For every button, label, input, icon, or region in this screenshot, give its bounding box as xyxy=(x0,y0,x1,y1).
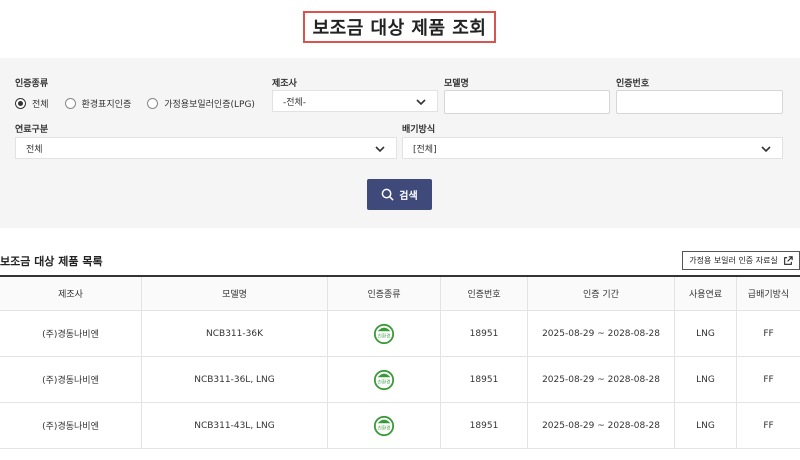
product-table: 제조사 모델명 인증종류 인증번호 인증 기간 사용연료 급배기방식 (주)경동… xyxy=(0,275,800,449)
column-header: 인증종류 xyxy=(328,277,441,310)
radio-label: 가정용보일러인증(LPG) xyxy=(164,99,255,110)
cert-type-label: 인증종류 xyxy=(15,79,49,89)
table-header: 제조사 모델명 인증종류 인증번호 인증 기간 사용연료 급배기방식 xyxy=(0,277,800,311)
table-cell-model: NCB311-43L, LNG xyxy=(142,403,328,448)
table-cell-model: NCB311-36L, LNG xyxy=(142,357,328,402)
external-link-icon xyxy=(783,255,793,265)
column-header: 사용연료 xyxy=(675,277,737,310)
chevron-down-icon xyxy=(761,146,771,153)
radio-checked-icon xyxy=(15,97,26,109)
archive-link-label: 가정용 보일러 인증 자료실 xyxy=(689,256,778,265)
search-button[interactable]: 검색 xyxy=(367,179,432,210)
column-header: 인증번호 xyxy=(441,277,528,310)
manufacturer-select[interactable]: -전체- xyxy=(272,90,438,112)
table-cell-fuel: LNG xyxy=(675,311,737,356)
table-cell-model: NCB311-36K xyxy=(142,311,328,356)
fuel-value: 전체 xyxy=(26,144,43,155)
table-cell-period: 2025-08-29 ~ 2028-08-28 xyxy=(528,357,675,402)
radio-all[interactable]: 전체 xyxy=(15,97,49,110)
archive-link-button[interactable]: 가정용 보일러 인증 자료실 xyxy=(682,251,800,270)
table-cell-manufacturer: (주)경동나비엔 xyxy=(0,357,142,402)
table-cell-fuel: LNG xyxy=(675,357,737,402)
column-header: 모델명 xyxy=(142,277,328,310)
table-cell-manufacturer: (주)경동나비엔 xyxy=(0,403,142,448)
column-header: 제조사 xyxy=(0,277,142,310)
radio-unchecked-icon xyxy=(64,97,76,109)
table-cell-cert-type: 친환경 xyxy=(328,311,441,356)
table-cell-cert-no: 18951 xyxy=(441,403,528,448)
fuel-label: 연료구분 xyxy=(15,125,49,135)
column-header: 인증 기간 xyxy=(528,277,675,310)
exhaust-label: 배기방식 xyxy=(402,125,436,135)
model-input[interactable] xyxy=(444,90,610,114)
eco-label-icon: 친환경 xyxy=(373,369,395,390)
table-row[interactable]: (주)경동나비엔 NCB311-43L, LNG 친환경 18951 2025-08-2… xyxy=(0,403,800,449)
table-cell-exhaust: FF xyxy=(763,420,774,431)
eco-label-icon: 친환경 xyxy=(373,323,395,344)
cert-type-radio-group: 전체 환경표지인증 가정용보일러인증(LPG) xyxy=(15,96,271,110)
table-row[interactable]: (주)경동나비엔 NCB311-36L, LNG 친환경 18951 2025-08-2… xyxy=(0,357,800,403)
radio-unchecked-icon xyxy=(147,97,159,109)
column-header: 급배기방식 xyxy=(747,290,790,300)
table-cell-cert-type: 친환경 xyxy=(328,357,441,402)
page-title: 보조금 대상 제품 조회 xyxy=(303,11,496,43)
chevron-down-icon xyxy=(375,146,385,153)
table-cell-exhaust: FF xyxy=(763,328,774,339)
radio-lpg-boiler[interactable]: 가정용보일러인증(LPG) xyxy=(147,97,255,110)
title-area: 보조금 대상 제품 조회 xyxy=(0,0,800,58)
chevron-down-icon xyxy=(416,99,426,106)
manufacturer-label: 제조사 xyxy=(272,79,297,89)
table-row[interactable]: (주)경동나비엔 NCB311-36K 친환경 18951 2025-08-29 ~ 2… xyxy=(0,311,800,357)
eco-label-icon: 친환경 xyxy=(373,415,395,436)
table-cell-period: 2025-08-29 ~ 2028-08-28 xyxy=(528,311,675,356)
table-cell-fuel: LNG xyxy=(675,403,737,448)
radio-label: 환경표지인증 xyxy=(81,99,132,110)
radio-eco-label[interactable]: 환경표지인증 xyxy=(64,97,132,110)
search-button-label: 검색 xyxy=(399,191,418,202)
radio-label: 전체 xyxy=(32,99,49,110)
fuel-select[interactable]: 전체 xyxy=(15,137,397,159)
cert-number-input[interactable] xyxy=(616,90,783,114)
search-icon xyxy=(381,188,394,201)
table-cell-cert-no: 18951 xyxy=(441,357,528,402)
model-label: 모델명 xyxy=(444,79,469,89)
exhaust-select[interactable]: [전체] xyxy=(402,137,783,159)
table-cell-cert-type: 친환경 xyxy=(328,403,441,448)
cert-number-label: 인증번호 xyxy=(616,79,650,89)
exhaust-value: [전체] xyxy=(413,144,437,155)
manufacturer-value: -전체- xyxy=(283,97,307,108)
list-title: 보조금 대상 제품 목록 xyxy=(0,255,103,268)
table-cell-period: 2025-08-29 ~ 2028-08-28 xyxy=(528,403,675,448)
table-cell-exhaust: FF xyxy=(763,374,774,385)
table-cell-cert-no: 18951 xyxy=(441,311,528,356)
table-cell-manufacturer: (주)경동나비엔 xyxy=(0,311,142,356)
